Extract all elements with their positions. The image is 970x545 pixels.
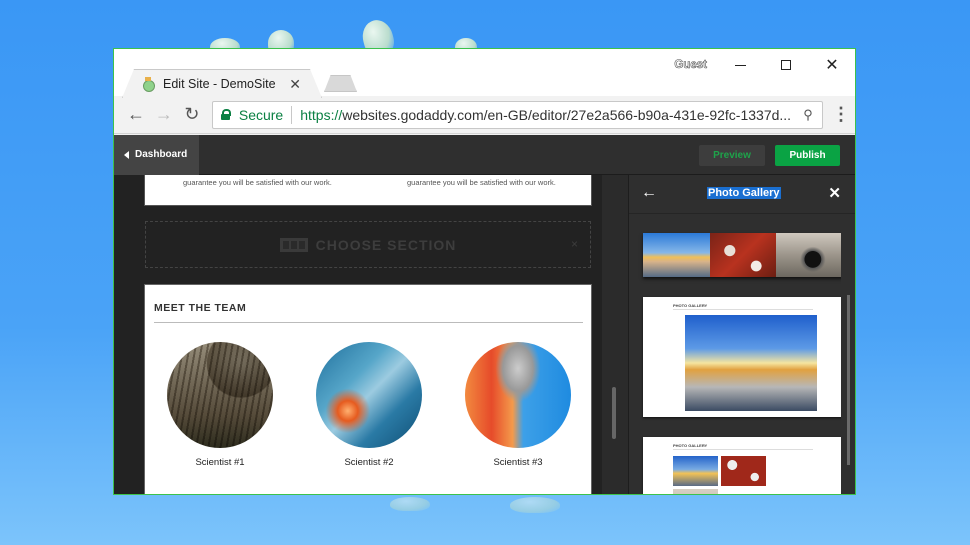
arrow-right-icon: →: [154, 104, 173, 124]
preview-button[interactable]: Preview: [699, 145, 765, 166]
panel-title: Photo Gallery: [707, 187, 781, 199]
desktop-decoration: [510, 497, 560, 513]
gallery-preview-strip[interactable]: [643, 233, 841, 277]
secure-label: Secure: [238, 106, 284, 123]
reload-button[interactable]: ↻: [178, 101, 206, 129]
desktop-decoration: [390, 497, 430, 511]
browser-toolbar: ← → ↻ Secure https://websites.godaddy.co…: [114, 96, 855, 134]
tab-close-icon[interactable]: ✕: [289, 76, 301, 93]
publish-button[interactable]: Publish: [775, 145, 840, 166]
window-close-button[interactable]: ✕: [809, 53, 855, 77]
site-editor: Dashboard Preview Publish guarantee you …: [114, 134, 855, 494]
arrow-left-icon: ←: [126, 104, 145, 124]
editor-topbar: Dashboard Preview Publish: [114, 134, 855, 175]
section-guarantee[interactable]: guarantee you will be satisfied with our…: [144, 175, 592, 206]
layout-list: PHOTO GALLERY PHOTO GALLERY: [629, 215, 841, 494]
divider: [673, 309, 813, 310]
url-text[interactable]: https://websites.godaddy.com/en-GB/edito…: [300, 107, 794, 123]
choose-section-placeholder[interactable]: CHOOSE SECTION ×: [145, 221, 591, 268]
dashboard-button[interactable]: Dashboard: [114, 134, 199, 175]
gallery-thumbnail: [643, 233, 710, 277]
tab-strip: Edit Site - DemoSite ✕ Guest ✕: [114, 49, 855, 98]
godaddy-favicon-icon: [141, 77, 155, 92]
section-title: MEET THE TEAM: [154, 302, 247, 314]
divider: [291, 105, 293, 124]
team-member-photo: [465, 342, 571, 448]
choose-section-label: CHOOSE SECTION: [315, 236, 457, 253]
layout-title: PHOTO GALLERY: [673, 443, 708, 448]
team-member[interactable]: Scientist #2: [315, 342, 423, 468]
maximize-icon: [781, 60, 791, 70]
url-path: websites.godaddy.com/en-GB/editor/27e2a5…: [342, 106, 792, 123]
scrollbar-thumb[interactable]: [612, 387, 616, 439]
browser-menu-icon[interactable]: ⋮: [827, 104, 855, 125]
close-icon[interactable]: ×: [571, 237, 578, 251]
section-meet-the-team[interactable]: MEET THE TEAM Scientist #1 Scientist #2 …: [144, 284, 592, 494]
layout-image: [685, 315, 817, 411]
zoom-icon[interactable]: ⚲: [794, 107, 822, 123]
lock-icon: [220, 109, 231, 120]
layout-image: [673, 489, 718, 494]
tab-title: Edit Site - DemoSite: [163, 77, 276, 91]
layout-title: PHOTO GALLERY: [673, 303, 708, 308]
close-icon: ✕: [825, 57, 839, 74]
panel-scrollbar[interactable]: [841, 215, 855, 494]
guarantee-text: guarantee you will be satisfied with our…: [407, 178, 556, 187]
layout-image: [673, 456, 718, 486]
arrow-left-icon[interactable]: ←: [641, 184, 657, 202]
gallery-thumbnail: [776, 233, 841, 277]
minimize-icon: [734, 64, 746, 66]
guarantee-text: guarantee you will be satisfied with our…: [183, 178, 332, 187]
minimize-button[interactable]: [717, 53, 763, 77]
editor-canvas: guarantee you will be satisfied with our…: [114, 175, 628, 494]
browser-window: Edit Site - DemoSite ✕ Guest ✕ ← → ↻ Sec…: [113, 48, 856, 495]
new-tab-button[interactable]: [324, 75, 357, 92]
gallery-layout-option[interactable]: PHOTO GALLERY: [643, 437, 841, 494]
caret-left-icon: [124, 150, 129, 159]
team-member-photo: [167, 342, 273, 448]
divider: [154, 322, 583, 323]
team-member[interactable]: Scientist #3: [464, 342, 572, 468]
address-bar[interactable]: Secure https://websites.godaddy.com/en-G…: [211, 100, 824, 129]
gallery-thumbnail: [709, 233, 777, 277]
gallery-layout-option[interactable]: PHOTO GALLERY: [643, 297, 841, 417]
photo-gallery-panel: ← Photo Gallery ✕ PHOTO GALLERY PHOTO GA…: [628, 175, 855, 494]
forward-button[interactable]: →: [150, 101, 178, 129]
scrollbar-thumb[interactable]: [847, 295, 850, 465]
close-icon[interactable]: ✕: [828, 184, 841, 202]
canvas-scrollbar[interactable]: [602, 175, 628, 494]
profile-label[interactable]: Guest: [674, 59, 707, 72]
team-member-photo: [316, 342, 422, 448]
team-member-name: Scientist #2: [344, 457, 394, 468]
reload-icon: ↻: [184, 104, 200, 124]
team-member[interactable]: Scientist #1: [166, 342, 274, 468]
panel-header: ← Photo Gallery ✕: [629, 175, 855, 214]
team-member-name: Scientist #1: [195, 457, 245, 468]
url-scheme: https://: [300, 106, 343, 123]
maximize-button[interactable]: [763, 53, 809, 77]
divider: [673, 449, 813, 450]
layout-image: [721, 456, 766, 486]
team-member-name: Scientist #3: [493, 457, 543, 468]
dashboard-label: Dashboard: [135, 149, 188, 160]
browser-tab-active[interactable]: Edit Site - DemoSite ✕: [122, 69, 322, 98]
back-button[interactable]: ←: [122, 101, 150, 129]
layout-columns-icon: [279, 237, 308, 252]
